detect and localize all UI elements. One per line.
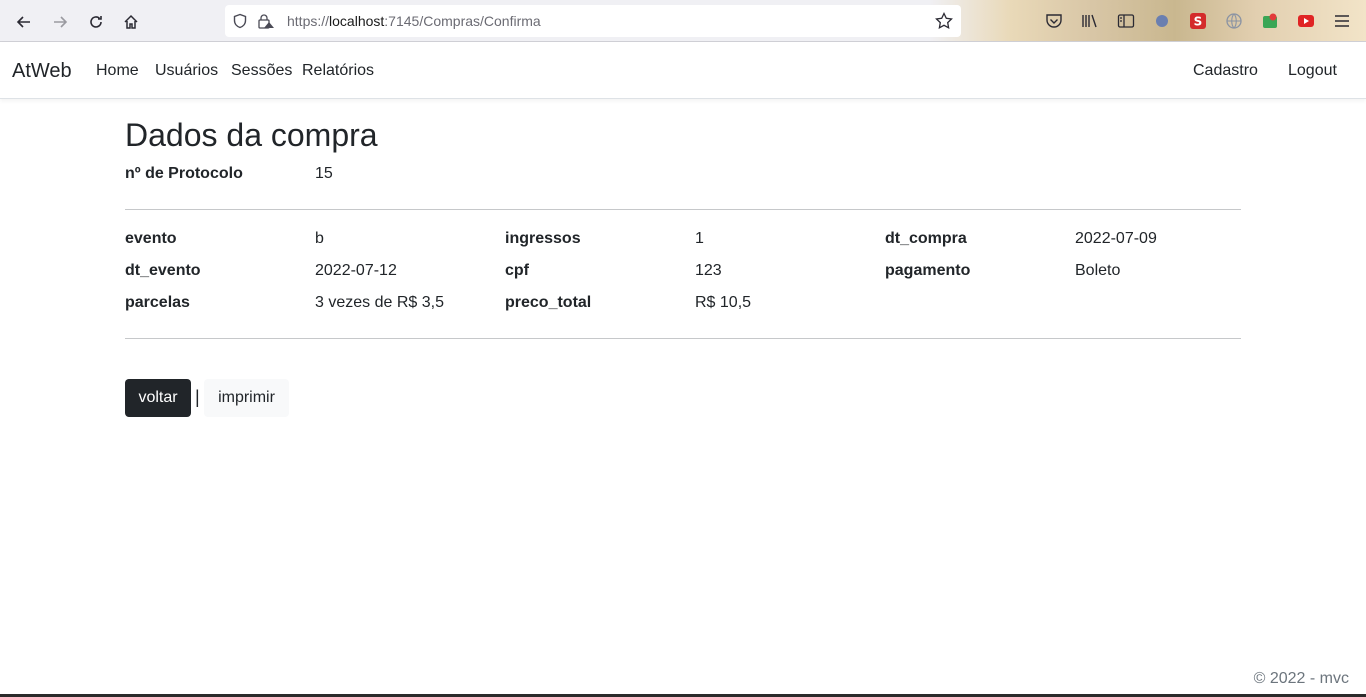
cpf-label: cpf — [505, 262, 529, 279]
extension-s-icon[interactable]: S — [1188, 11, 1208, 31]
shield-icon[interactable] — [231, 12, 249, 30]
action-separator: | — [195, 387, 200, 407]
back-icon[interactable] — [10, 8, 38, 36]
nav-link-logout[interactable]: Logout — [1288, 62, 1337, 80]
library-icon[interactable] — [1080, 11, 1100, 31]
parcelas-value: 3 vezes de R$ 3,5 — [315, 294, 444, 311]
nav-link-home[interactable]: Home — [96, 62, 139, 80]
browser-toolbar: https://localhost:7145/Compras/Confirma … — [0, 0, 1366, 42]
divider — [125, 338, 1241, 339]
preco-total-label: preco_total — [505, 294, 592, 311]
menu-icon[interactable] — [1332, 11, 1352, 31]
pagamento-value: Boleto — [1075, 262, 1121, 279]
divider — [125, 209, 1241, 210]
globe-icon[interactable] — [1224, 11, 1244, 31]
footer-text: © 2022 - mvc — [1253, 670, 1349, 687]
protocol-value: 15 — [315, 165, 333, 182]
parcelas-label: parcelas — [125, 294, 190, 311]
home-icon[interactable] — [117, 8, 145, 36]
address-bar[interactable]: https://localhost:7145/Compras/Confirma — [225, 5, 961, 37]
evento-value: b — [315, 230, 324, 247]
page-title: Dados da compra — [125, 117, 378, 153]
preco-total-value: R$ 10,5 — [695, 294, 752, 311]
url-host: localhost — [329, 13, 385, 29]
forward-icon[interactable] — [46, 8, 74, 36]
pagamento-label: pagamento — [885, 262, 971, 279]
lock-warning-icon[interactable] — [257, 12, 275, 30]
protocol-label: nº de Protocolo — [125, 165, 243, 182]
extension-green-icon[interactable] — [1260, 11, 1280, 31]
sidebar-icon[interactable] — [1116, 11, 1136, 31]
svg-text:S: S — [1194, 15, 1203, 29]
reload-icon[interactable] — [82, 8, 110, 36]
nav-link-cadastro[interactable]: Cadastro — [1193, 62, 1258, 80]
extension-icon[interactable] — [1152, 11, 1172, 31]
nav-link-sessoes[interactable]: Sessões — [231, 62, 292, 80]
dt-evento-label: dt_evento — [125, 262, 201, 279]
imprimir-button[interactable]: imprimir — [204, 379, 289, 417]
ingressos-value: 1 — [695, 230, 704, 247]
url-path: :7145/Compras/Confirma — [384, 13, 541, 29]
ingressos-label: ingressos — [505, 230, 581, 247]
url-scheme: https:// — [287, 13, 330, 29]
url-text[interactable]: https://localhost:7145/Compras/Confirma — [287, 13, 541, 29]
dt-compra-value: 2022-07-09 — [1075, 230, 1157, 247]
brand-link[interactable]: AtWeb — [12, 60, 72, 83]
pocket-icon[interactable] — [1044, 11, 1064, 31]
dt-evento-value: 2022-07-12 — [315, 262, 397, 279]
nav-link-usuarios[interactable]: Usuários — [155, 62, 218, 80]
voltar-button[interactable]: voltar — [125, 379, 191, 417]
youtube-extension-icon[interactable] — [1296, 11, 1316, 31]
nav-link-relatorios[interactable]: Relatórios — [302, 62, 374, 80]
app-navbar: AtWeb Home Usuários Sessões Relatórios C… — [0, 42, 1366, 99]
evento-label: evento — [125, 230, 177, 247]
bookmark-star-icon[interactable] — [935, 12, 953, 30]
dt-compra-label: dt_compra — [885, 230, 967, 247]
cpf-value: 123 — [695, 262, 722, 279]
